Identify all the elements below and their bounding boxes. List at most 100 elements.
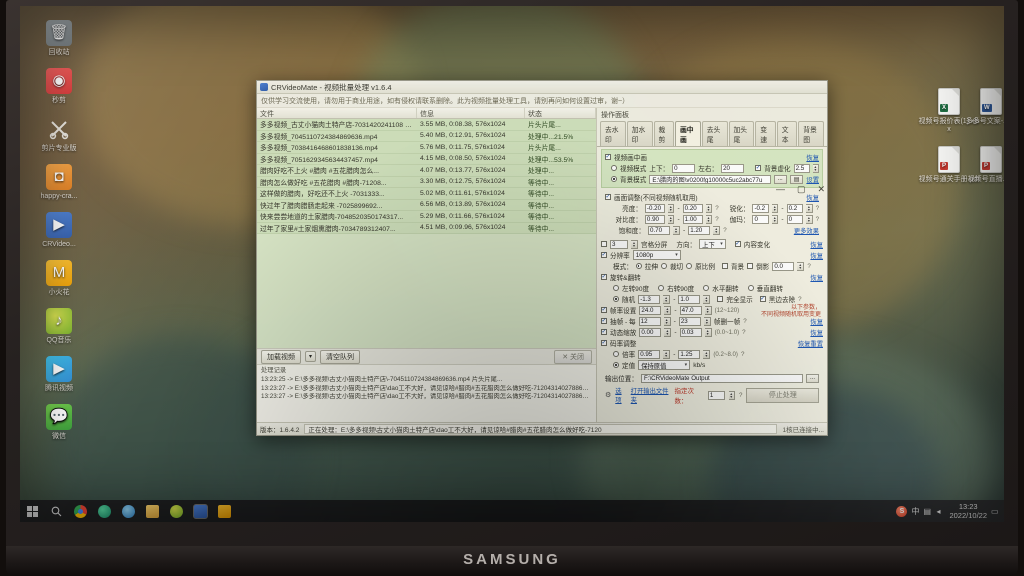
open-output-folder-link[interactable]: 打开输出文件夹 [631,386,671,404]
framerate-enable-checkbox[interactable] [601,307,607,313]
desktop-icon-wechat[interactable]: 💬 微信 [28,404,90,441]
sogou-tray-icon[interactable]: S [896,505,908,517]
pip-blur-checkbox[interactable] [755,165,762,171]
table-row[interactable]: 腊肉怎么做好吃 #五花腊肉 #腊肉-71208... 3.30 MB, 0:12… [257,176,596,188]
bitrate-enable-checkbox[interactable] [601,340,607,346]
zoom-anim-min-spinner[interactable]: ▴ ▾ [664,327,672,337]
taskbar-clock[interactable]: 13:23 2022/10/22 [949,502,987,520]
saturation-min-input[interactable]: 0.70 [648,225,670,235]
pip-enable-checkbox[interactable] [605,154,611,160]
tab-crop[interactable]: 裁剪 [653,121,674,146]
bitrate-mult-min-spinner[interactable]: ▴ ▾ [663,349,671,359]
pip-browse-button[interactable]: ... [773,174,787,184]
start-button[interactable] [20,500,44,522]
grid-count-spinner[interactable]: ▴ ▾ [631,239,638,249]
table-row[interactable]: 多多视频_7045110724384869636.mp4 5.40 MB, 0:… [257,130,596,142]
contrast-help-icon[interactable]: ? [715,216,718,223]
rotate-enable-checkbox[interactable] [601,274,607,280]
pip-blur-spinner[interactable]: ▴ ▾ [812,163,819,173]
resolution-select[interactable]: 1080p [632,250,681,260]
table-row[interactable]: 快过年了腊肉腊肠走起来 -7025899692... 6.56 MB, 0:13… [257,199,596,211]
desktop-icon-pdf-2[interactable]: P 视频号直播.pdf [960,146,1004,184]
tab-background[interactable]: 背景图 [798,121,824,146]
rotate-random-max-input[interactable]: 1.0 [678,294,701,304]
ime-indicator[interactable]: 中 [911,506,919,517]
zoom-anim-reset-link[interactable]: 恢复 [810,328,823,337]
desktop-icon-tencent-video[interactable]: ▶ 腾讯视频 [28,356,90,393]
sharpen-max-input[interactable]: 0.2 [786,203,804,213]
brightness-help-icon[interactable]: ? [715,205,718,212]
bitrate-reset-link[interactable]: 恢复重置 [798,339,823,348]
rotate-random-min-input[interactable]: -1.3 [638,294,661,304]
tab-text[interactable]: 文本 [776,121,798,146]
bitrate-mult-min-input[interactable]: 0.95 [638,349,661,359]
resolution-reset-link[interactable]: 恢复 [810,251,823,260]
saturation-help-icon[interactable]: ? [723,227,726,234]
pip-blur-input[interactable]: 2.5 [793,163,810,173]
action-center-icon[interactable]: ▭ [991,507,1000,516]
table-row[interactable]: 多多视频_7038416468601838136.mp4 5.76 MB, 0:… [257,142,596,154]
process-log[interactable]: 处理记录 13:23:25 -> E:\多多视频\古丈小猫肉土特产店\-7045… [257,364,596,422]
qq-icon[interactable] [164,500,188,522]
close-window-button[interactable]: ✕ [817,184,825,195]
saturation-max-spinner[interactable]: ▴ ▾ [713,225,721,235]
pip-video-mode-radio[interactable] [611,165,617,171]
gamma-min-input[interactable]: 0 [752,214,770,224]
desktop-icon-recycle-bin[interactable]: 🗑 回收站 [28,20,90,57]
resolution-help-icon[interactable]: ? [807,263,810,270]
bitrate-fixed-select[interactable]: 保持原值 [638,360,691,370]
zoom-anim-help-icon[interactable]: ? [742,329,745,336]
contrast-min-input[interactable]: 0.90 [644,214,666,224]
rotate-random-radio[interactable] [613,296,619,302]
table-row[interactable]: 这样做的腊肉，好吃还不上火 -7031333... 5.02 MB, 0:11.… [257,188,596,200]
contrast-max-input[interactable]: 1.00 [682,214,703,224]
tab-remove-watermark[interactable]: 去水印 [600,121,626,146]
file-explorer-icon[interactable] [140,500,164,522]
rotate-reset-link[interactable]: 恢复 [810,273,823,282]
rotate-edge-remove-checkbox[interactable] [759,296,766,302]
grid-count-input[interactable]: 3 [610,239,628,249]
framerate-min-spinner[interactable]: ▴ ▾ [664,305,672,315]
window-titlebar[interactable]: CRVideoMate - 视频批量处理 v1.6.4 [257,81,827,94]
sogou-icon[interactable] [116,500,140,522]
pip-copy-button[interactable]: ▤ [789,174,804,184]
brightness-min-input[interactable]: -0.20 [644,203,666,213]
dropframe-enable-checkbox[interactable] [601,318,607,324]
resolution-mode-stretch-radio[interactable] [635,263,642,269]
table-row[interactable]: 多多视频_古丈小猫肉土特产店-7031420241108 17... 3.55 … [257,119,596,131]
sharpen-help-icon[interactable]: ? [816,205,819,212]
brightness-max-spinner[interactable]: ▴ ▾ [705,203,713,213]
tab-remove-head-tail[interactable]: 去头尾 [701,121,728,146]
load-video-dropdown[interactable]: ▾ [305,351,317,362]
bitrate-fixed-radio[interactable] [613,362,619,368]
pip-reset-link[interactable]: 恢复 [806,153,819,162]
framerate-max-input[interactable]: 47.0 [679,305,702,315]
maximize-button[interactable]: ▢ [797,184,806,195]
bitrate-mult-max-spinner[interactable]: ▴ ▾ [703,349,711,359]
repeat-count-spinner[interactable]: ▴ ▾ [728,390,735,400]
settings-gear-icon[interactable]: ⚙ [605,391,611,399]
zoom-anim-min-input[interactable]: 0.00 [639,327,662,337]
repeat-help-icon[interactable]: ? [739,392,742,399]
adjust-enable-checkbox[interactable] [605,194,611,200]
dropframe-help-icon[interactable]: ? [743,318,746,325]
resolution-mode-crop-radio[interactable] [660,263,667,269]
grid-enable-checkbox[interactable] [601,241,607,247]
rotate-random-min-spinner[interactable]: ▴ ▾ [663,294,671,304]
crvideomate-taskbar-icon[interactable] [188,500,212,522]
output-path-input[interactable]: F:\CRVideoMate Output [640,373,803,383]
resolution-shadow-input[interactable]: 0.0 [772,261,795,271]
gamma-max-input[interactable]: 0 [786,214,804,224]
chrome-icon[interactable] [68,500,92,522]
pip-bg-path-input[interactable]: E:\腊肉的图\v0200fg10000c5uc2abc77u [649,174,771,184]
tab-add-head-tail[interactable]: 加头尾 [728,121,755,146]
table-row[interactable]: 多多视频_7051629345634437457.mp4 4.15 MB, 0:… [257,153,596,165]
rotate-hflip-radio[interactable] [703,285,710,291]
zoom-anim-max-spinner[interactable]: ▴ ▾ [704,327,712,337]
network-icon[interactable]: ▤ [923,507,932,516]
grid-distort-checkbox[interactable] [734,241,741,247]
tab-add-watermark[interactable]: 加水印 [626,121,653,146]
dropframe-min-spinner[interactable]: ▴ ▾ [663,316,671,326]
rotate-full-display-checkbox[interactable] [717,296,724,302]
saturation-max-input[interactable]: 1.20 [688,225,711,235]
